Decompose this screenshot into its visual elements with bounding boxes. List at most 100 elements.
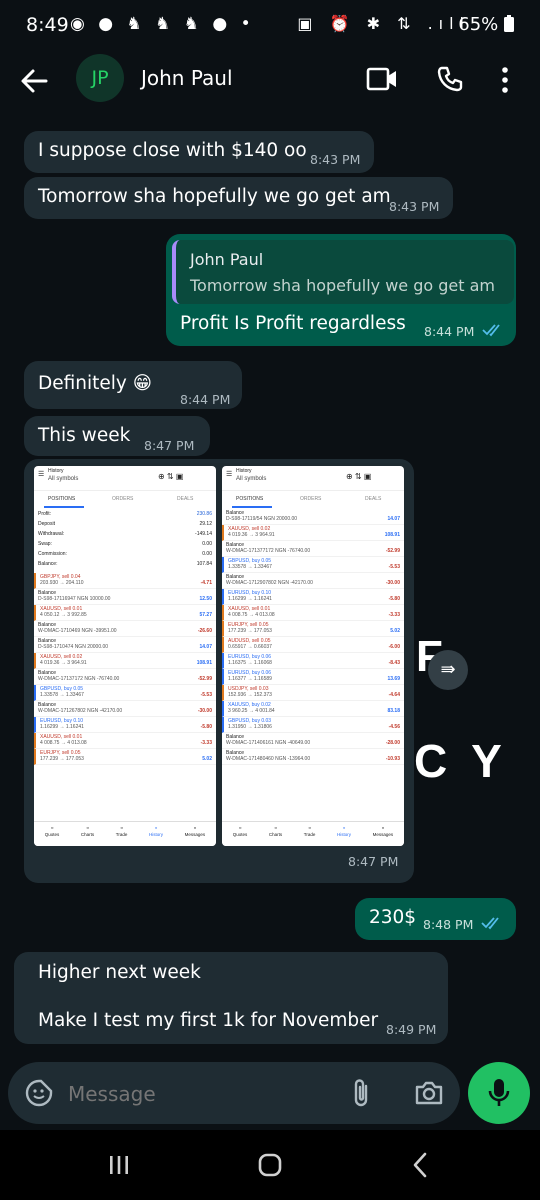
active-tab-indicator [44, 506, 84, 508]
message-time: 8:48 PM [423, 917, 474, 932]
summary-row: Commission: 0.00 [38, 551, 212, 561]
trade-row: Balance D-S98-17119/54 NGN 20000.00 14.07 [222, 509, 404, 525]
trade-detail: 4 050.12 → 3 992.85 [40, 612, 87, 618]
trade-detail: W-DMAC-1712907802 NGN -42170.00 [226, 580, 313, 586]
trading-history-screenshot[interactable]: ☰ History All symbols ⊕ ⇅ ▣ POSITIONS OR… [34, 463, 410, 846]
summary-value: 29.12 [199, 521, 212, 527]
trade-row: XAUUSD, sell 0.02 4 019.36 → 3 964.91 108.… [34, 653, 216, 669]
trade-profit: -52.99 [385, 548, 400, 554]
mic-button[interactable] [468, 1062, 530, 1124]
nav-item-icon: ▫ [308, 825, 311, 832]
outgoing-message[interactable]: John Paul Tomorrow sha hopefully we go g… [166, 234, 516, 346]
status-bar: 8:49 ◉ ● ♞ ♞ ♞ ● • ▣ ⏰ ✱ ⇅ .ıll 65% [0, 0, 540, 52]
tab-orders: ORDERS [112, 496, 134, 502]
summary-row: Withdrawal: -149.14 [38, 531, 212, 541]
nav-item-label: Charts [268, 832, 283, 837]
tab-deals: DEALS [177, 496, 194, 502]
voice-call-icon[interactable] [436, 65, 464, 93]
trade-row: XAUUSD, sell 0.01 4 050.12 → 3 992.85 57.2… [34, 605, 216, 621]
nav-item-label: Trade [115, 832, 128, 837]
trade-detail: 1.16375 → 1.16068 [228, 660, 272, 666]
nav-item-icon: ▫ [274, 825, 277, 832]
status-time: 8:49 [26, 14, 69, 36]
video-call-icon[interactable] [366, 66, 398, 92]
forward-icon[interactable]: ⇛ [428, 650, 468, 690]
incoming-message[interactable]: I suppose close with $140 oo 8:43 PM [24, 131, 374, 173]
trade-detail: 177.239 → 177.053 [40, 756, 84, 762]
home-icon[interactable] [257, 1152, 283, 1178]
summary-row: Deposit 29.12 [38, 521, 212, 531]
incoming-message[interactable]: Tomorrow sha hopefully we go get am 8:43… [24, 177, 453, 219]
history-title: History [236, 468, 252, 474]
quote-text: Tomorrow sha hopefully we go get am [190, 276, 496, 295]
camera-icon[interactable] [414, 1080, 444, 1106]
message-input[interactable] [66, 1076, 340, 1112]
incoming-message[interactable]: Definitely 😁 8:44 PM [24, 361, 242, 409]
trade-row: Balance W-DMAC-171406161 NGN -40649.00 -28… [222, 733, 404, 749]
trade-profit: -3.33 [388, 612, 400, 618]
incoming-message[interactable]: This week 8:47 PM [24, 416, 210, 456]
summary-value: 230.86 [196, 511, 212, 517]
recent-apps-icon[interactable] [108, 1154, 130, 1176]
back-icon[interactable] [412, 1152, 428, 1178]
trade-row: XAUUSD, sell 0.02 4 019.36 → 3 964.91 108.… [222, 525, 404, 541]
battery-level: 65% [458, 14, 514, 35]
contact-name[interactable]: John Paul [141, 66, 233, 90]
history-header: ☰ History All symbols ⊕ ⇅ ▣ [222, 466, 404, 491]
trade-row: GBPUSD, buy 0.05 1.33578 → 1.33467 -5.53 [34, 685, 216, 701]
trade-row: Balance W-DMAC-171480460 NGN -13964.00 -10… [222, 749, 404, 765]
trade-row: GBPUSD, buy 0.03 1.31950 → 1.31806 -4.56 [222, 717, 404, 733]
message-time: 8:44 PM [424, 324, 475, 339]
trade-profit: 83.18 [387, 708, 400, 714]
message-composer[interactable] [8, 1062, 460, 1124]
trade-profit: -4.56 [388, 724, 400, 730]
trade-profit: -30.00 [385, 580, 400, 586]
trade-profit: -28.00 [385, 740, 400, 746]
battery-icon [504, 15, 514, 32]
bottom-nav-item: ▫ History [149, 825, 163, 837]
trade-detail: 177.239 → 177.053 [228, 628, 272, 634]
trade-detail: 1.33578 → 1.33467 [40, 692, 84, 698]
message-time: 8:43 PM [389, 199, 440, 214]
bottom-nav-item: ▫ Messages [373, 825, 394, 837]
bottom-nav-item: ▫ Quotes [45, 825, 60, 837]
history-title: History [48, 468, 64, 474]
trade-detail: 152.936 → 152.373 [228, 692, 272, 698]
nav-item-icon: ▫ [381, 825, 385, 832]
message-time: 8:43 PM [310, 152, 361, 167]
more-options-icon[interactable] [500, 66, 510, 94]
trade-row: GBPUSD, buy 0.05 1.33578 → 1.33467 -5.53 [222, 557, 404, 573]
attach-icon[interactable] [350, 1078, 372, 1108]
incoming-message[interactable]: Higher next week Make I test my first 1k… [14, 952, 448, 1044]
nav-item-icon: ▫ [50, 825, 54, 832]
nav-item-label: History [337, 832, 352, 837]
trade-detail: 1.16299 → 1.16241 [40, 724, 84, 730]
trade-detail: 3 960.25 → 4 001.84 [228, 708, 275, 714]
nav-item-label: Quotes [232, 832, 248, 837]
microphone-icon [488, 1079, 510, 1106]
sticker-icon[interactable] [25, 1079, 53, 1107]
trade-row: Balance D-S98-1710474 NGN 20000.00 14.07 [34, 637, 216, 653]
summary-row: Balance: 107.84 [38, 561, 212, 571]
contact-avatar[interactable]: JP [76, 54, 124, 102]
trade-row: EURUSD, buy 0.06 1.16377 → 1.16589 13.69 [222, 669, 404, 685]
summary-row: Swap: 0.00 [38, 541, 212, 551]
trade-profit: 13.69 [387, 676, 400, 682]
nav-item-label: Quotes [44, 832, 60, 837]
trade-detail: 4 019.36 → 3 964.91 [228, 532, 275, 538]
nav-item-icon: ▫ [120, 825, 123, 832]
trade-profit: -4.64 [388, 692, 400, 698]
message-text: Higher next week [38, 962, 201, 983]
back-arrow-icon[interactable] [20, 67, 48, 95]
summary-label: Balance: [38, 561, 58, 567]
overlay-letters-cy: C Y [414, 735, 508, 787]
message-time: 8:47 PM [144, 438, 195, 453]
quoted-message[interactable]: John Paul Tomorrow sha hopefully we go g… [172, 240, 514, 304]
message-text: Definitely 😁 [38, 373, 153, 394]
outgoing-message[interactable]: 230$ 8:48 PM [355, 898, 516, 940]
trade-row: EURJPY, sell 0.05 177.239 → 177.053 5.02 [34, 749, 216, 765]
summary-value: 0.00 [202, 541, 212, 547]
summary-label: Commission: [38, 551, 67, 557]
trade-profit: 57.27 [199, 612, 212, 618]
bottom-nav-item: ▫ Trade [116, 825, 128, 837]
